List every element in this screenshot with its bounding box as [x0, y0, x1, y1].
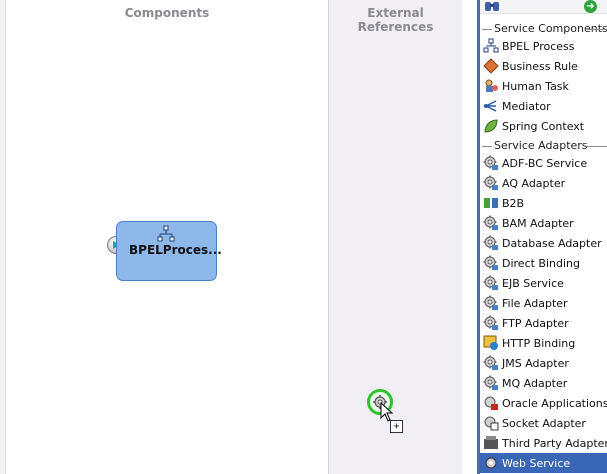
database-adapter-icon — [483, 235, 498, 250]
palette-item-spring-context[interactable]: Spring Context — [480, 116, 607, 136]
file-adapter-icon — [483, 295, 498, 310]
human-task-icon — [485, 79, 498, 92]
palette-item-label: B2B — [502, 197, 525, 210]
http-binding-icon — [483, 335, 498, 350]
palette-item-b2b[interactable]: B2B — [480, 193, 607, 213]
palette-item-label: Spring Context — [502, 120, 585, 133]
direct-binding-icon — [483, 255, 498, 270]
section-divider — [482, 146, 492, 147]
palette-item-label: Direct Binding — [502, 257, 580, 270]
bam-adapter-icon — [483, 215, 498, 230]
component-palette: ➜ Service Components BPEL Process Business… — [480, 0, 607, 474]
palette-item-label: EJB Service — [502, 277, 564, 290]
palette-section-header[interactable]: Service Adapters — [480, 139, 607, 153]
ftp-adapter-icon — [483, 315, 498, 330]
components-panel: Components BPELProces... — [6, 0, 328, 474]
socket-adapter-icon — [484, 416, 499, 431]
palette-item-aq-adapter[interactable]: AQ Adapter — [480, 173, 607, 193]
mq-adapter-icon — [483, 375, 498, 390]
palette-item-label: ADF-BC Service — [502, 157, 588, 170]
palette-item-socket-adapter[interactable]: Socket Adapter — [480, 413, 607, 433]
palette-item-label: Database Adapter — [502, 237, 602, 250]
palette-splitter[interactable] — [462, 0, 478, 474]
palette-item-bam-adapter[interactable]: BAM Adapter — [480, 213, 607, 233]
drag-copy-plus-icon: + — [390, 420, 403, 433]
palette-item-http-binding[interactable]: HTTP Binding — [480, 333, 607, 353]
palette-item-web-service[interactable]: Web Service — [480, 453, 607, 473]
palette-item-ejb-service[interactable]: EJB Service — [480, 273, 607, 293]
palette-item-label: Oracle Applications — [502, 397, 607, 410]
palette-item-label: Human Task — [502, 80, 569, 93]
palette-item-label: FTP Adapter — [502, 317, 569, 330]
palette-item-label: Business Rule — [502, 60, 578, 73]
palette-item-label: AQ Adapter — [502, 177, 566, 190]
adf-bc-service-icon — [483, 155, 498, 170]
palette-item-business-rule[interactable]: Business Rule — [480, 56, 607, 76]
ejb-service-icon — [483, 275, 498, 290]
palette-item-label: BPEL Process — [502, 40, 575, 53]
palette-item-label: HTTP Binding — [502, 337, 576, 350]
b2b-icon — [484, 198, 498, 208]
palette-item-direct-binding[interactable]: Direct Binding — [480, 253, 607, 273]
palette-item-oracle-applications[interactable]: Oracle Applications — [480, 393, 607, 413]
palette-item-label: JMS Adapter — [502, 357, 569, 370]
palette-item-bpel-process[interactable]: BPEL Process — [480, 36, 607, 56]
external-references-panel: External References — [328, 0, 462, 474]
palette-item-label: Web Service — [502, 457, 571, 470]
palette-item-third-party-adapter[interactable]: Third Party Adapter — [480, 433, 607, 453]
bpel-process-label: BPELProces... — [129, 243, 222, 257]
section-divider — [587, 146, 607, 147]
palette-item-mq-adapter[interactable]: MQ Adapter — [480, 373, 607, 393]
bpel-process-icon — [483, 38, 499, 53]
section-divider — [482, 29, 492, 30]
palette-item-label: BAM Adapter — [502, 217, 574, 230]
components-title: Components — [124, 6, 210, 20]
external-references-title: External References — [357, 6, 434, 34]
palette-item-label: MQ Adapter — [502, 377, 568, 390]
jms-adapter-icon — [483, 355, 498, 370]
palette-item-jms-adapter[interactable]: JMS Adapter — [480, 353, 607, 373]
palette-item-label: File Adapter — [502, 297, 568, 310]
palette-item-ftp-adapter[interactable]: FTP Adapter — [480, 313, 607, 333]
web-service-icon — [485, 457, 497, 469]
palette-item-adf-bc-service[interactable]: ADF-BC Service — [480, 153, 607, 173]
third-party-adapter-icon — [484, 436, 498, 449]
bpel-process-icon — [157, 225, 175, 242]
oracle-applications-icon — [484, 396, 498, 410]
palette-item-label: Mediator — [502, 100, 551, 113]
palette-item-database-adapter[interactable]: Database Adapter — [480, 233, 607, 253]
palette-toolbar: ➜ — [480, 0, 607, 14]
section-title: Service Adapters — [494, 139, 588, 152]
mouse-cursor-icon — [380, 402, 394, 422]
aq-adapter-icon — [483, 175, 498, 190]
spring-context-icon — [484, 119, 498, 133]
mediator-icon — [484, 100, 497, 112]
bpel-process-component[interactable]: BPELProces... — [116, 221, 222, 281]
section-divider — [587, 29, 607, 30]
palette-item-file-adapter[interactable]: File Adapter — [480, 293, 607, 313]
palette-item-human-task[interactable]: Human Task — [480, 76, 607, 96]
palette-item-label: Third Party Adapter — [502, 437, 607, 450]
binoculars-icon[interactable] — [484, 0, 500, 12]
palette-item-mediator[interactable]: Mediator — [480, 96, 607, 116]
palette-item-label: Socket Adapter — [502, 417, 586, 430]
go-arrow-icon[interactable]: ➜ — [584, 0, 597, 13]
palette-section-header[interactable]: Service Components — [480, 22, 607, 36]
business-rule-icon — [483, 58, 499, 74]
